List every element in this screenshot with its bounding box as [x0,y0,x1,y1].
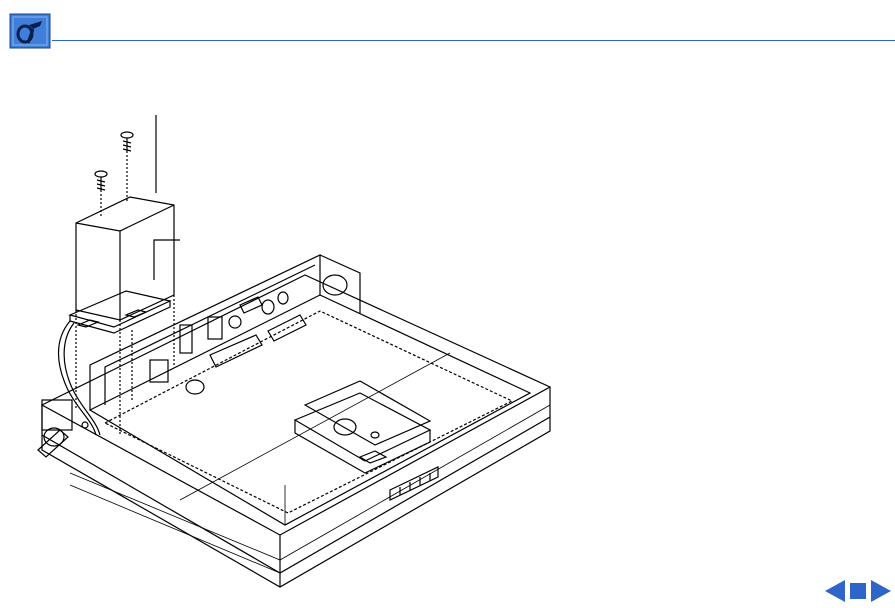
powerbook-bottom-case-diagram [30,105,565,590]
navigation-controls [823,579,893,608]
right-arrow-icon[interactable] [869,579,893,608]
screw-icon [120,131,134,203]
toolbox-logo-icon [9,13,51,49]
screw-icon [94,170,108,217]
square-stop-icon[interactable] [848,579,868,608]
header-divider [52,40,895,41]
left-arrow-icon[interactable] [823,579,847,608]
